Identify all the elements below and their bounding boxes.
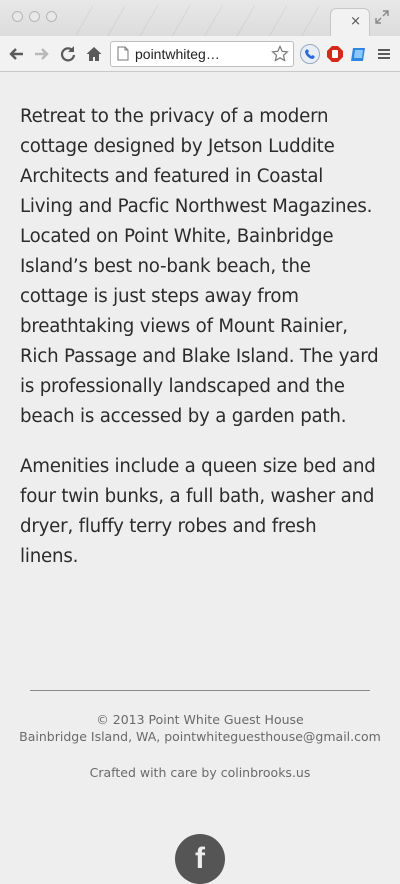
reload-icon bbox=[60, 45, 76, 61]
amenities-paragraph: Amenities include a queen size bed and f… bbox=[20, 456, 376, 567]
browser-toolbar: pointwhiteg… bbox=[0, 36, 400, 72]
browser-tab[interactable]: × bbox=[330, 8, 370, 36]
hamburger-menu-icon bbox=[378, 48, 390, 59]
tab-close-icon[interactable]: × bbox=[350, 14, 361, 30]
address-bar[interactable]: pointwhiteg… bbox=[110, 40, 294, 67]
facebook-button[interactable]: f bbox=[175, 834, 225, 884]
contact-address[interactable]: Bainbridge Island, WA, pointwhiteguestho… bbox=[0, 728, 400, 745]
back-arrow-icon bbox=[9, 47, 23, 60]
credit-link[interactable]: Crafted with care by colinbrooks.us bbox=[0, 764, 400, 781]
shield-extension-icon[interactable] bbox=[350, 45, 368, 63]
back-button[interactable] bbox=[6, 43, 26, 65]
page-icon bbox=[117, 46, 129, 61]
chrome-menu-button[interactable] bbox=[374, 43, 394, 65]
footer-divider bbox=[30, 690, 370, 691]
close-window-button[interactable] bbox=[12, 11, 23, 22]
copyright-text: © 2013 Point White Guest House bbox=[96, 712, 304, 727]
minimize-window-button[interactable] bbox=[29, 11, 40, 22]
reload-button[interactable] bbox=[58, 43, 78, 65]
facebook-icon: f bbox=[195, 842, 205, 875]
forward-arrow-icon bbox=[35, 47, 49, 60]
url-text[interactable]: pointwhiteg… bbox=[135, 46, 265, 62]
forward-button[interactable] bbox=[32, 43, 52, 65]
zoom-window-button[interactable] bbox=[46, 11, 57, 22]
bookmark-star-icon[interactable] bbox=[271, 44, 289, 63]
intro-paragraph: Retreat to the privacy of a modern cotta… bbox=[20, 106, 379, 427]
tab-strip: × bbox=[0, 0, 400, 36]
phone-extension-icon[interactable] bbox=[300, 43, 320, 64]
fullscreen-icon[interactable] bbox=[374, 10, 390, 24]
page-content: Retreat to the privacy of a modern cotta… bbox=[0, 72, 400, 572]
footer: © 2013 Point White Guest House Bainbridg… bbox=[0, 711, 400, 884]
adblock-stop-icon[interactable] bbox=[326, 45, 344, 63]
tab-strip-background bbox=[76, 6, 336, 36]
home-icon bbox=[86, 46, 102, 61]
home-button[interactable] bbox=[84, 43, 104, 65]
window-controls bbox=[12, 11, 57, 22]
